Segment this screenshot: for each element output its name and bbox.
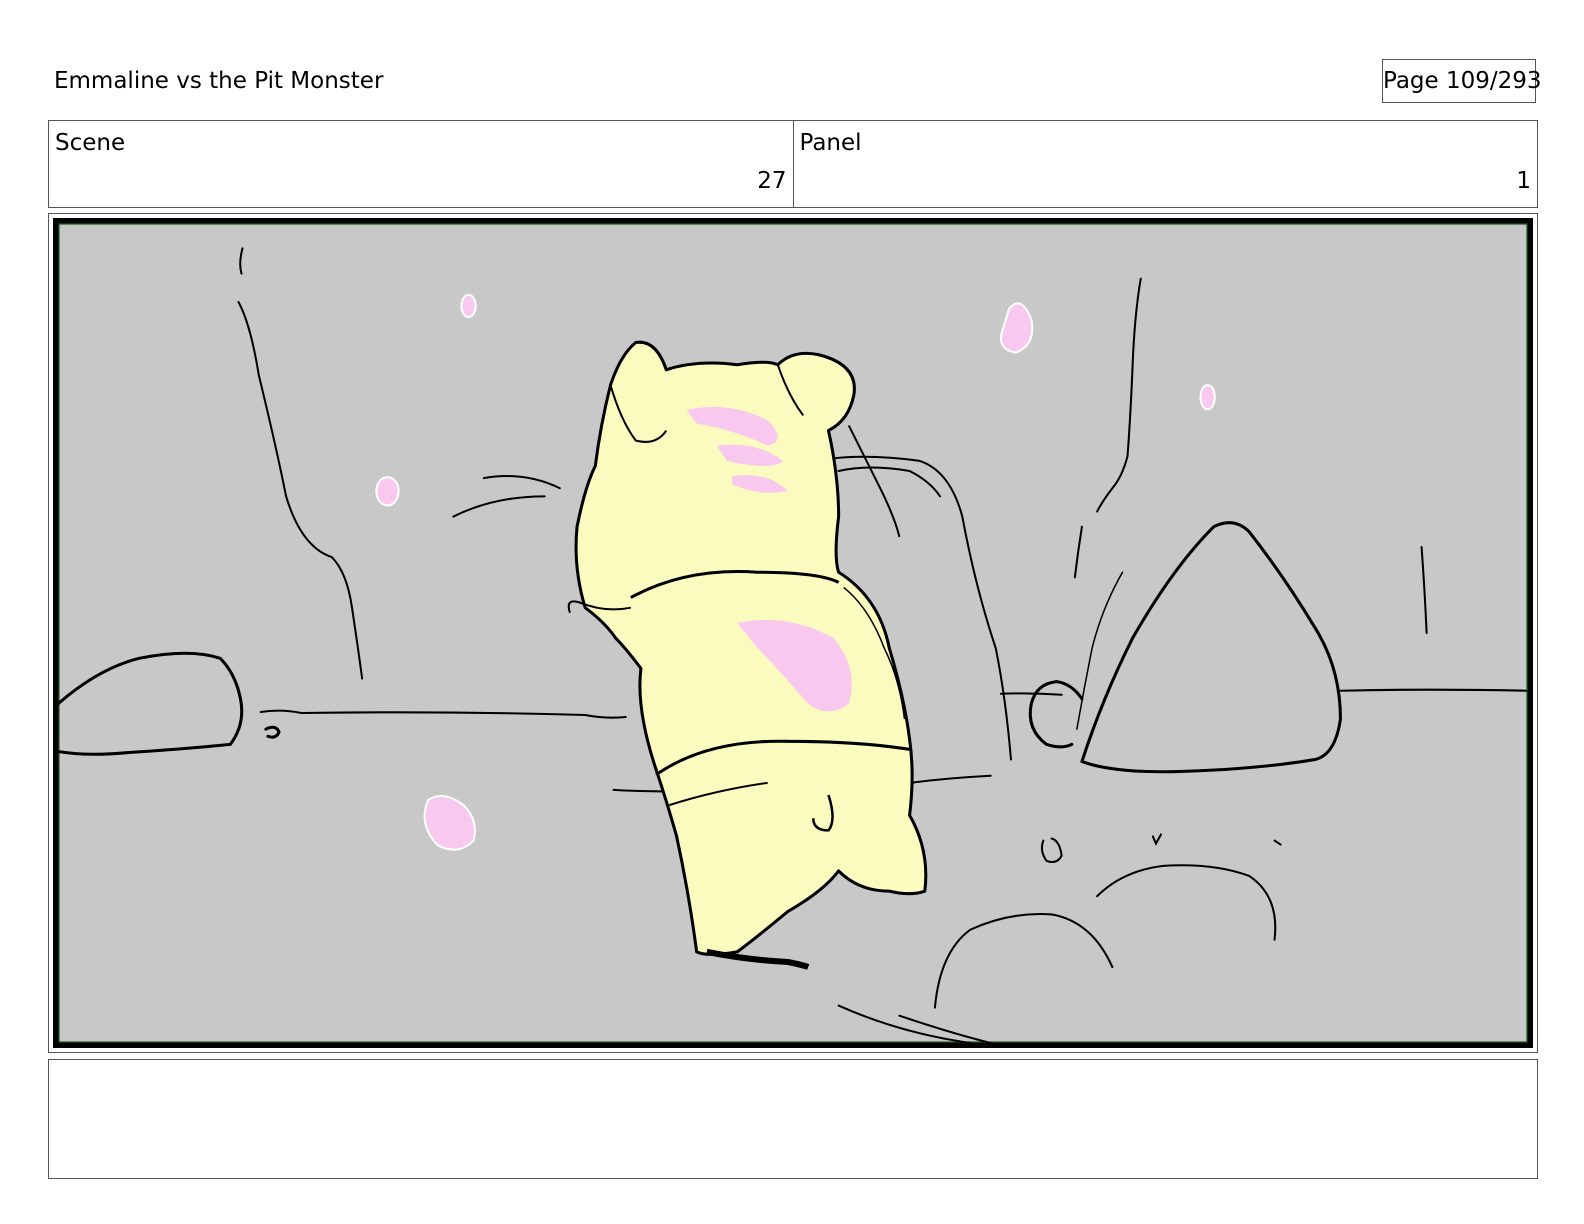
project-title: Emmaline vs the Pit Monster — [54, 68, 384, 94]
panel-cell: Panel 1 — [792, 121, 1538, 207]
page-indicator: Page 109/293 — [1382, 59, 1542, 103]
storyboard-frame-border — [53, 218, 1533, 1048]
scene-label: Scene — [55, 130, 126, 156]
panel-notes-box — [48, 1059, 1538, 1179]
panel-notes-text — [49, 1060, 1537, 1076]
scene-number: 27 — [757, 168, 787, 194]
storyboard-drawing — [58, 223, 1528, 1043]
panel-label: Panel — [799, 130, 862, 156]
scene-panel-table: Scene 27 Panel 1 — [48, 120, 1538, 208]
scene-cell: Scene 27 — [49, 121, 793, 207]
panel-number: 1 — [1516, 168, 1531, 194]
storyboard-frame — [48, 213, 1538, 1053]
